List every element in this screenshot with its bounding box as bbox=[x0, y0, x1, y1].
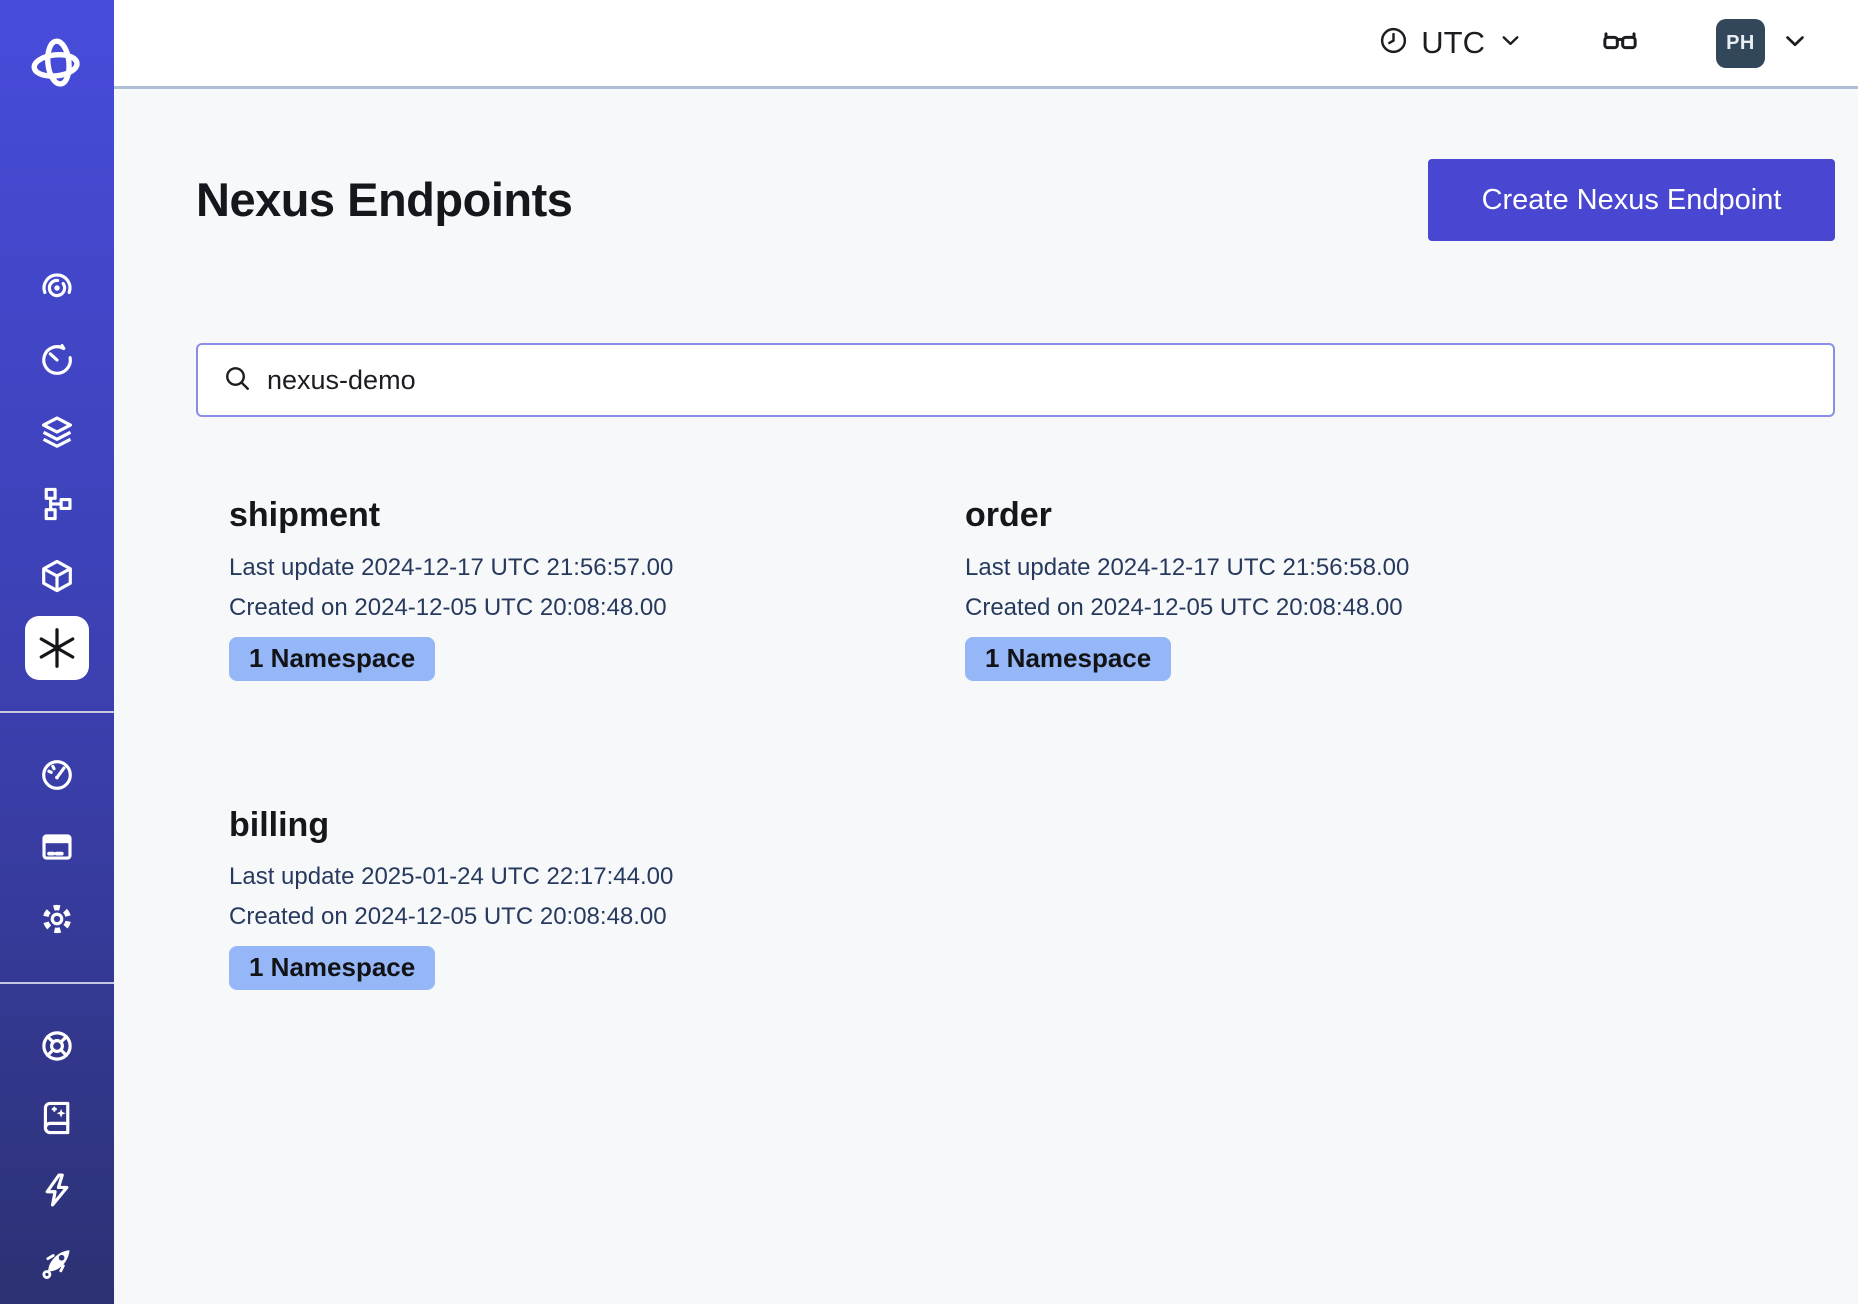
active-item-highlight bbox=[25, 616, 89, 680]
branch-icon bbox=[38, 485, 76, 523]
main-content: Nexus Endpoints Create Nexus Endpoint sh… bbox=[114, 89, 1858, 1304]
gear-icon bbox=[38, 900, 76, 938]
sidebar-item-support[interactable] bbox=[0, 1010, 114, 1082]
timezone-selector[interactable]: UTC bbox=[1378, 25, 1524, 61]
search-icon bbox=[222, 363, 252, 398]
sidebar-nav-help bbox=[0, 1010, 114, 1298]
book-sparkles-icon bbox=[38, 1099, 76, 1137]
gauge-icon bbox=[38, 756, 76, 794]
namespace-badge: 1 Namespace bbox=[229, 946, 435, 990]
sidebar-item-spiral[interactable] bbox=[0, 252, 114, 324]
endpoint-last-update: Last update 2024-12-17 UTC 21:56:58.00 bbox=[965, 548, 1668, 588]
endpoint-card-billing[interactable]: billing Last update 2025-01-24 UTC 22:17… bbox=[196, 805, 932, 991]
chevron-down-icon bbox=[1780, 26, 1810, 61]
chevron-down-icon bbox=[1497, 27, 1524, 59]
endpoint-name[interactable]: shipment bbox=[229, 495, 932, 536]
sidebar-nav-account bbox=[0, 739, 114, 955]
clock-icon bbox=[1378, 25, 1409, 61]
asterisk-icon bbox=[34, 625, 80, 671]
endpoint-created: Created on 2024-12-05 UTC 20:08:48.00 bbox=[965, 588, 1668, 628]
layers-icon bbox=[38, 413, 76, 451]
namespace-badge: 1 Namespace bbox=[229, 637, 435, 681]
user-menu[interactable]: PH bbox=[1716, 19, 1810, 68]
sidebar-item-timer[interactable] bbox=[0, 324, 114, 396]
sidebar-item-branch[interactable] bbox=[0, 468, 114, 540]
endpoint-card-shipment[interactable]: shipment Last update 2024-12-17 UTC 21:5… bbox=[196, 495, 932, 681]
sidebar-item-docs[interactable] bbox=[0, 1082, 114, 1154]
create-nexus-endpoint-button[interactable]: Create Nexus Endpoint bbox=[1428, 159, 1835, 241]
rocket-icon bbox=[38, 1243, 76, 1281]
invoice-icon bbox=[38, 828, 76, 866]
timezone-label: UTC bbox=[1421, 25, 1485, 61]
namespace-badge: 1 Namespace bbox=[965, 637, 1171, 681]
endpoint-last-update: Last update 2025-01-24 UTC 22:17:44.00 bbox=[229, 857, 932, 897]
dev-mode-toggle[interactable] bbox=[1600, 21, 1640, 66]
page-title: Nexus Endpoints bbox=[196, 172, 572, 228]
endpoints-grid: shipment Last update 2024-12-17 UTC 21:5… bbox=[196, 495, 1835, 990]
cube-icon bbox=[38, 557, 76, 595]
sidebar-item-quickstart[interactable] bbox=[0, 1154, 114, 1226]
endpoint-card-order[interactable]: order Last update 2024-12-17 UTC 21:56:5… bbox=[932, 495, 1668, 681]
timer-icon bbox=[38, 341, 76, 379]
sidebar-item-nexus[interactable] bbox=[0, 612, 114, 684]
endpoint-created: Created on 2024-12-05 UTC 20:08:48.00 bbox=[229, 588, 932, 628]
sidebar-divider bbox=[0, 711, 114, 713]
search-input[interactable] bbox=[267, 365, 1809, 396]
sidebar-item-usage[interactable] bbox=[0, 739, 114, 811]
sidebar-divider bbox=[0, 982, 114, 984]
spiral-icon bbox=[38, 269, 76, 307]
topbar: UTC PH bbox=[114, 0, 1858, 89]
sidebar-nav-main bbox=[0, 252, 114, 684]
sidebar bbox=[0, 0, 114, 1304]
endpoint-last-update: Last update 2024-12-17 UTC 21:56:57.00 bbox=[229, 548, 932, 588]
sidebar-item-settings[interactable] bbox=[0, 883, 114, 955]
sidebar-item-cube[interactable] bbox=[0, 540, 114, 612]
bolt-icon bbox=[38, 1171, 76, 1209]
sidebar-item-layers[interactable] bbox=[0, 396, 114, 468]
avatar[interactable]: PH bbox=[1716, 19, 1765, 68]
endpoint-name[interactable]: billing bbox=[229, 805, 932, 846]
sidebar-item-billing[interactable] bbox=[0, 811, 114, 883]
endpoint-name[interactable]: order bbox=[965, 495, 1668, 536]
lifebuoy-icon bbox=[38, 1027, 76, 1065]
temporal-logo-icon[interactable] bbox=[29, 0, 85, 94]
sidebar-item-getting-started[interactable] bbox=[0, 1226, 114, 1298]
page-header: Nexus Endpoints Create Nexus Endpoint bbox=[196, 159, 1835, 241]
glasses-icon bbox=[1600, 48, 1640, 65]
endpoint-created: Created on 2024-12-05 UTC 20:08:48.00 bbox=[229, 897, 932, 937]
search-box[interactable] bbox=[196, 343, 1835, 417]
